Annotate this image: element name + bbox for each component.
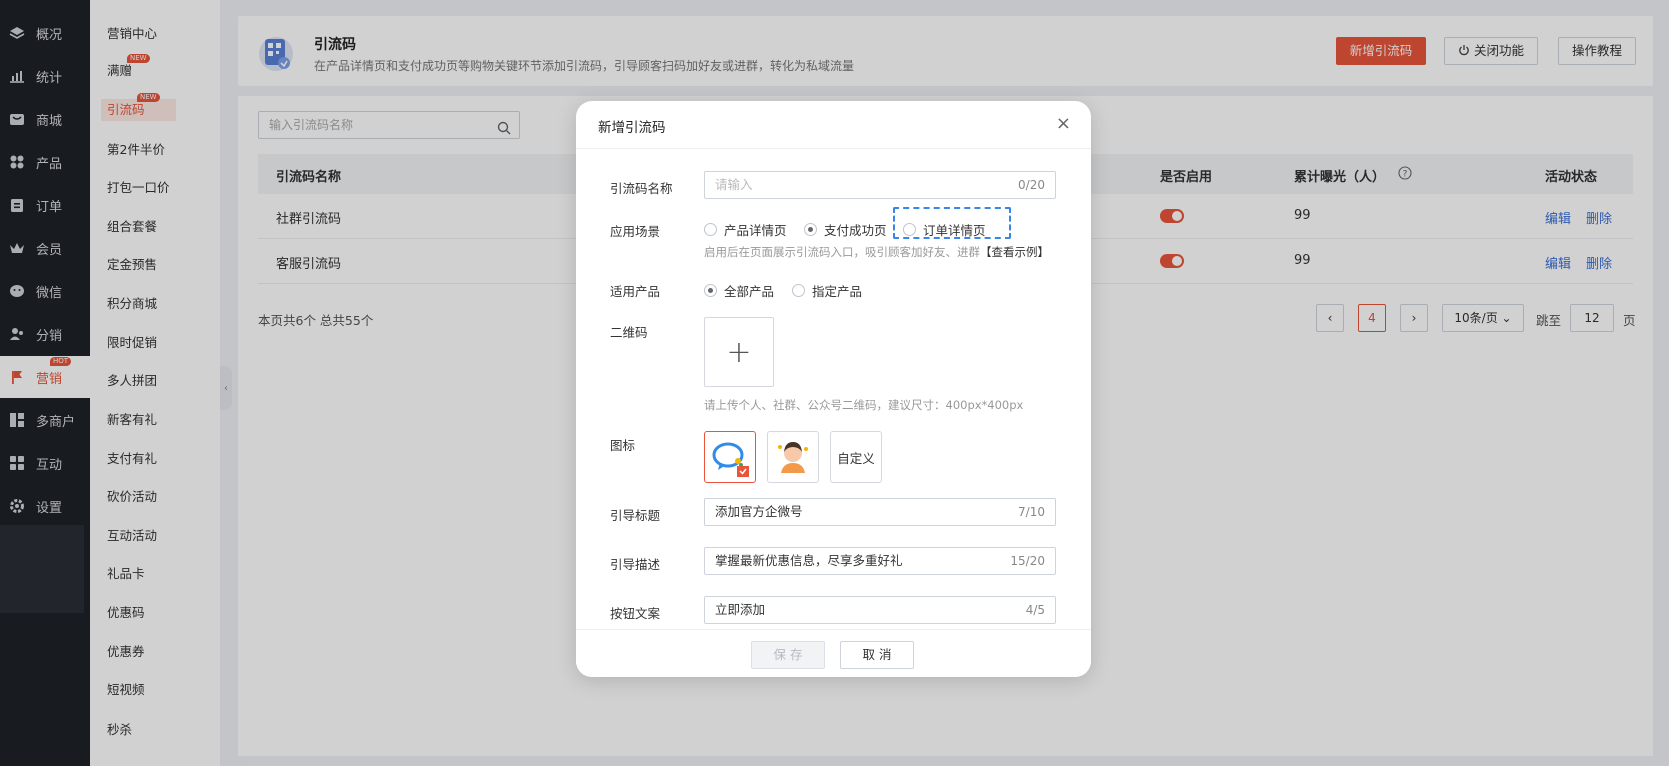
guide-title-counter: 7/10 — [1018, 505, 1045, 519]
name-placeholder: 请输入 — [715, 177, 753, 192]
radio-circle-selected — [804, 223, 817, 236]
button-text-counter: 4/5 — [1025, 603, 1045, 617]
scene-radio-pay-success[interactable]: 支付成功页 — [804, 220, 887, 239]
service-agent-icon — [778, 442, 808, 473]
qrcode-hint: 请上传个人、社群、公众号二维码，建议尺寸：400px*400px — [704, 398, 1024, 412]
name-counter: 0/20 — [1018, 178, 1045, 192]
scene-radio-product-detail[interactable]: 产品详情页 — [704, 220, 787, 239]
product-label: 适用产品 — [610, 284, 661, 299]
guide-desc-counter: 15/20 — [1010, 554, 1045, 568]
name-input[interactable]: 请输入 0/20 — [704, 171, 1056, 199]
dialog-header: 新增引流码 × — [576, 101, 1091, 149]
button-text-value: 立即添加 — [715, 602, 766, 617]
app-root: 概况 统计 商城 产品 订单 会员 微信 分销 营销 HOT 多商户 互动 设置… — [0, 0, 1669, 766]
guide-desc-input[interactable]: 掌握最新优惠信息，尽享多重好礼 15/20 — [704, 547, 1056, 575]
dialog-footer: 保 存 取 消 — [576, 629, 1091, 677]
qrcode-upload[interactable]: + — [704, 317, 774, 387]
scene-option-label: 产品详情页 — [724, 223, 787, 238]
dialog-title: 新增引流码 — [598, 120, 666, 136]
icon-label: 图标 — [610, 438, 636, 453]
scene-option-label: 订单详情页 — [923, 223, 986, 238]
icon-option-chat[interactable] — [704, 431, 756, 483]
plus-icon: + — [726, 334, 752, 370]
view-example-link[interactable]: 【查看示例】 — [980, 245, 1049, 259]
radio-circle — [704, 223, 717, 236]
product-option-label: 指定产品 — [812, 284, 863, 299]
radio-circle-selected — [704, 284, 717, 297]
guide-title-label: 引导标题 — [610, 508, 661, 523]
button-text-label: 按钮文案 — [610, 606, 661, 621]
save-button[interactable]: 保 存 — [751, 641, 825, 669]
scene-hint-text: 启用后在页面展示引流码入口，吸引顾客加好友、进群 — [704, 245, 980, 259]
product-option-label: 全部产品 — [724, 284, 775, 299]
chat-bubble-icon — [712, 442, 749, 477]
icon-option-service-agent[interactable] — [767, 431, 819, 483]
guide-title-value: 添加官方企微号 — [715, 504, 803, 519]
guide-desc-value: 掌握最新优惠信息，尽享多重好礼 — [715, 553, 903, 568]
scene-label: 应用场景 — [610, 224, 661, 239]
scene-hint: 启用后在页面展示引流码入口，吸引顾客加好友、进群【查看示例】 — [704, 244, 1049, 260]
name-label: 引流码名称 — [610, 181, 673, 196]
product-radio-all[interactable]: 全部产品 — [704, 281, 774, 300]
radio-circle — [792, 284, 805, 297]
cancel-button[interactable]: 取 消 — [840, 641, 914, 669]
add-traffic-code-dialog: 新增引流码 × 引流码名称 请输入 0/20 应用场景 产品详情页 支付成功页 … — [576, 101, 1091, 677]
close-icon[interactable]: × — [1056, 113, 1071, 134]
scene-radio-order-detail[interactable]: 订单详情页 — [903, 220, 986, 239]
qrcode-label: 二维码 — [610, 325, 648, 340]
button-text-input[interactable]: 立即添加 4/5 — [704, 596, 1056, 624]
product-radio-specified[interactable]: 指定产品 — [792, 281, 862, 300]
radio-circle — [903, 223, 916, 236]
icon-option-custom[interactable]: 自定义 — [830, 431, 882, 483]
scene-option-label: 支付成功页 — [824, 223, 887, 238]
guide-desc-label: 引导描述 — [610, 557, 661, 572]
guide-title-input[interactable]: 添加官方企微号 7/10 — [704, 498, 1056, 526]
